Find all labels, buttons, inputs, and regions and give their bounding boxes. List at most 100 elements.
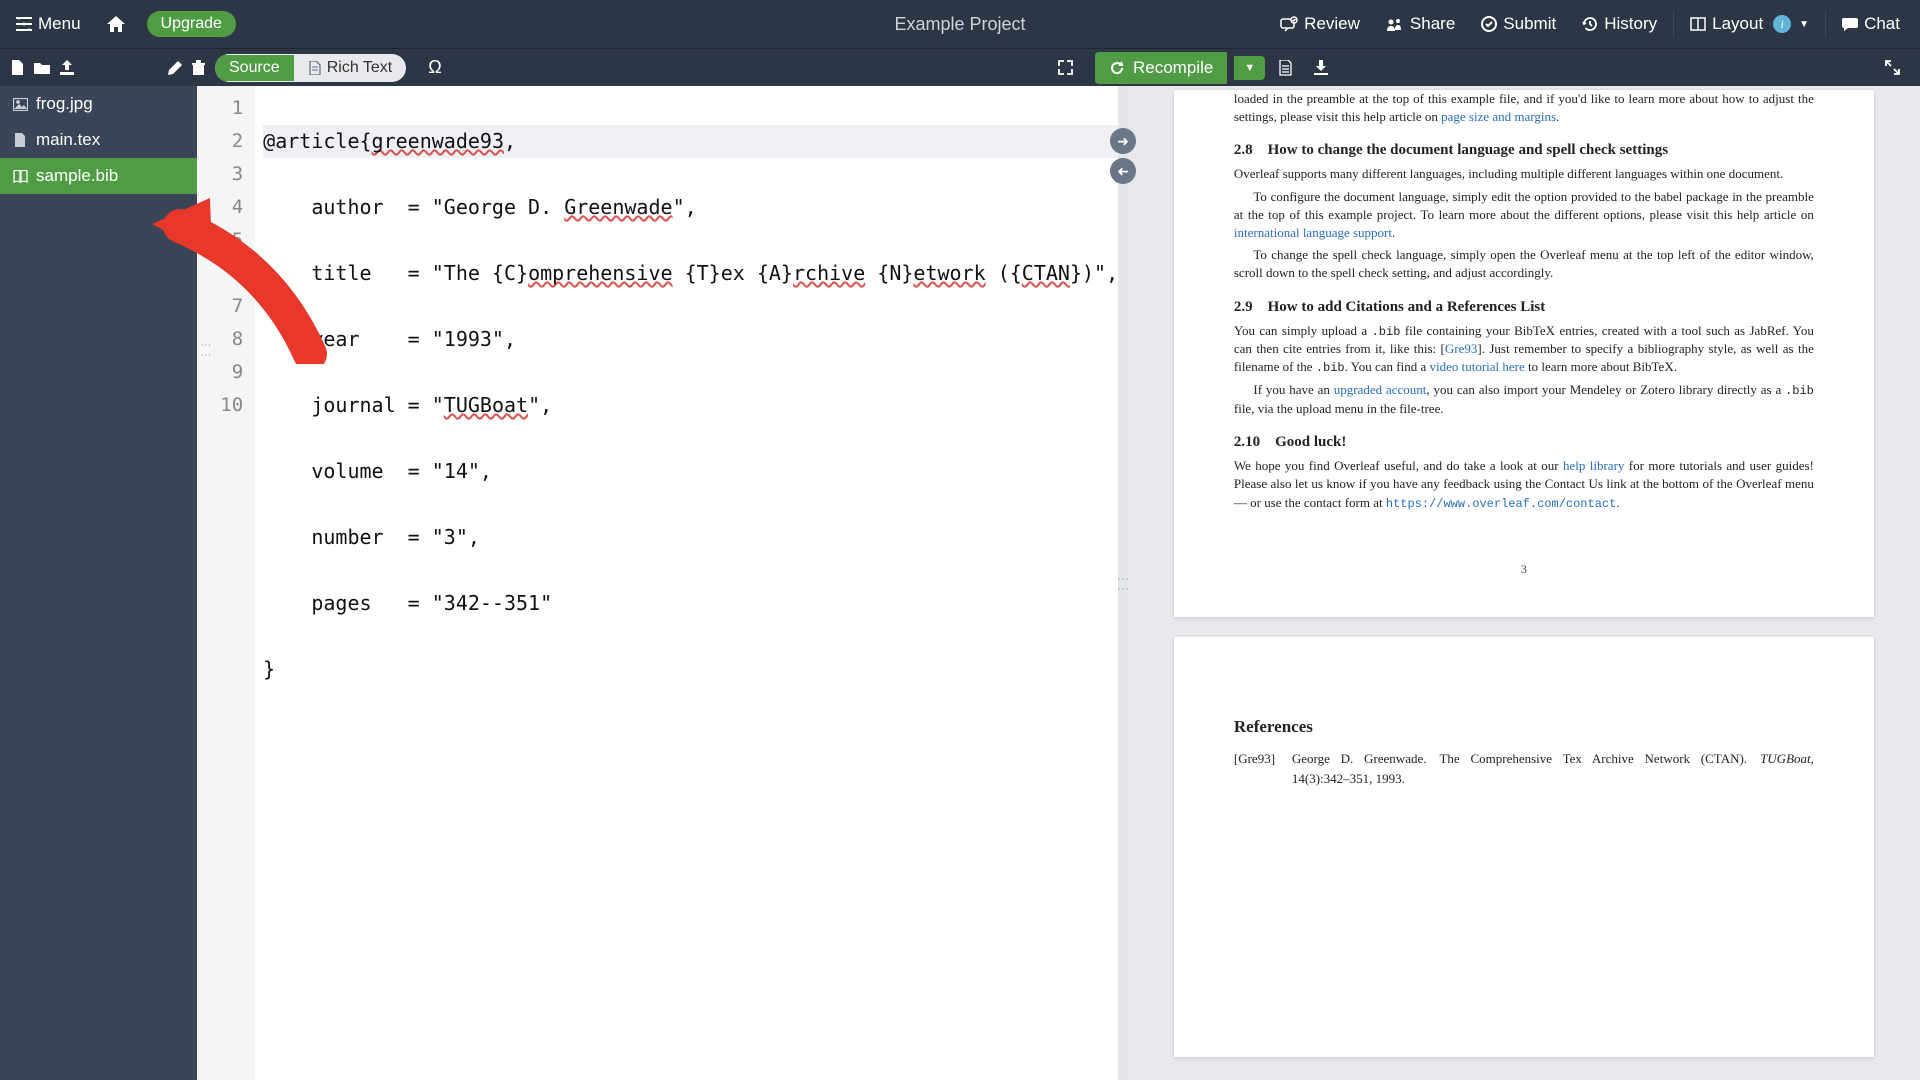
menu-label: Menu xyxy=(38,14,81,34)
layout-button[interactable]: Layout i ▼ xyxy=(1678,8,1821,40)
delete-icon[interactable] xyxy=(192,60,205,75)
chat-label: Chat xyxy=(1864,14,1900,34)
recompile-button[interactable]: Recompile xyxy=(1095,52,1227,84)
chat-icon xyxy=(1842,17,1858,31)
file-icon xyxy=(12,133,28,148)
rename-icon[interactable] xyxy=(168,61,182,75)
pdf-page-number: 3 xyxy=(1234,562,1814,577)
pdf-link: page size and margins xyxy=(1441,109,1556,124)
chat-button[interactable]: Chat xyxy=(1830,8,1912,40)
download-pdf-button[interactable] xyxy=(1306,56,1336,79)
pdf-heading: 2.9 How to add Citations and a Reference… xyxy=(1234,299,1814,316)
chevron-down-icon: ▼ xyxy=(1799,19,1809,30)
top-bar: Menu Upgrade Example Project Review Shar… xyxy=(0,0,1920,48)
info-icon: i xyxy=(1773,15,1791,33)
file-item-frog[interactable]: frog.jpg xyxy=(0,86,197,122)
pdf-page-3: loaded in the preamble at the top of thi… xyxy=(1174,90,1874,617)
main-area: frog.jpg main.tex sample.bib ⋮⋮ 12345678… xyxy=(0,86,1920,1080)
layout-icon xyxy=(1690,17,1706,31)
code-content[interactable]: @article{greenwade93, author = "George D… xyxy=(255,86,1118,1080)
file-name: frog.jpg xyxy=(36,94,93,114)
expand-pdf-button[interactable] xyxy=(1877,56,1908,79)
file-icon xyxy=(1279,60,1292,76)
history-button[interactable]: History xyxy=(1570,8,1669,40)
pdf-text: To change the spell check language, simp… xyxy=(1234,246,1814,282)
pdf-ref-key: [Gre93] xyxy=(1234,749,1284,788)
pdf-references-heading: References xyxy=(1234,717,1814,737)
richtext-icon xyxy=(308,61,321,75)
sync-buttons: ➜ ➜ xyxy=(1110,128,1136,184)
sub-toolbar: Source Rich Text Ω Recompile ▼ xyxy=(0,48,1920,86)
divider xyxy=(1825,10,1826,38)
code-editor[interactable]: 12345678910 @article{greenwade93, author… xyxy=(197,86,1118,1080)
submit-label: Submit xyxy=(1503,14,1556,34)
history-label: History xyxy=(1604,14,1657,34)
pdf-ref-body: George D. Greenwade. The Comprehensive T… xyxy=(1292,749,1814,788)
pdf-page-4: References [Gre93] George D. Greenwade. … xyxy=(1174,637,1874,1057)
project-title[interactable]: Example Project xyxy=(894,14,1025,35)
sync-pdf-to-code-button[interactable]: ➜ xyxy=(1110,158,1136,184)
pdf-preview[interactable]: loaded in the preamble at the top of thi… xyxy=(1128,86,1920,1080)
home-icon xyxy=(107,16,125,32)
menu-button[interactable]: Menu xyxy=(6,8,91,40)
arrow-left-icon: ➜ xyxy=(1117,163,1129,180)
vertical-splitter[interactable]: ➜ ➜ ⋮⋮ xyxy=(1118,86,1128,1080)
share-label: Share xyxy=(1410,14,1455,34)
chevron-down-icon: ▼ xyxy=(1244,62,1255,74)
home-button[interactable] xyxy=(97,10,135,38)
sync-code-to-pdf-button[interactable]: ➜ xyxy=(1110,128,1136,154)
review-label: Review xyxy=(1304,14,1360,34)
history-icon xyxy=(1582,16,1598,32)
recompile-icon xyxy=(1109,60,1125,76)
submit-icon xyxy=(1481,16,1497,32)
file-name: sample.bib xyxy=(36,166,118,186)
editor-toolbar: Source Rich Text Ω xyxy=(205,53,460,82)
upload-icon[interactable] xyxy=(60,60,74,75)
upgrade-button[interactable]: Upgrade xyxy=(147,11,236,37)
divider xyxy=(1673,10,1674,38)
book-icon xyxy=(12,170,28,183)
filetree-toolbar xyxy=(0,60,205,76)
richtext-label: Rich Text xyxy=(327,59,393,77)
pdf-toolbar: Recompile ▼ xyxy=(1087,52,1920,84)
pdf-reference-entry: [Gre93] George D. Greenwade. The Compreh… xyxy=(1234,749,1814,788)
expand-editor-button[interactable] xyxy=(1048,54,1083,81)
richtext-mode-button[interactable]: Rich Text xyxy=(294,55,407,81)
new-file-icon[interactable] xyxy=(10,60,24,76)
review-button[interactable]: Review xyxy=(1268,8,1372,40)
pdf-text: If you have an upgraded account, you can… xyxy=(1234,381,1814,418)
file-item-main[interactable]: main.tex xyxy=(0,122,197,158)
pdf-heading: 2.8 How to change the document language … xyxy=(1234,142,1814,159)
upgrade-label: Upgrade xyxy=(161,15,222,32)
file-name: main.tex xyxy=(36,130,100,150)
image-icon xyxy=(12,98,28,111)
recompile-label: Recompile xyxy=(1133,58,1213,78)
editor-mode-toggle: Source Rich Text xyxy=(215,54,406,82)
file-item-sample[interactable]: sample.bib xyxy=(0,158,197,194)
pdf-text: We hope you find Overleaf useful, and do… xyxy=(1234,457,1814,512)
source-mode-button[interactable]: Source xyxy=(215,55,294,81)
line-gutter: 12345678910 xyxy=(197,86,255,1080)
download-icon xyxy=(1314,60,1328,75)
pdf-text: You can simply upload a .bib file contai… xyxy=(1234,322,1814,378)
expand-icon xyxy=(1885,60,1900,75)
omega-icon: Ω xyxy=(428,57,441,77)
topbar-right: Review Share Submit History Layout i ▼ C… xyxy=(1268,8,1920,40)
new-folder-icon[interactable] xyxy=(34,61,50,74)
expand-icon xyxy=(1058,60,1073,75)
hamburger-icon xyxy=(16,17,32,31)
share-button[interactable]: Share xyxy=(1374,8,1467,40)
source-label: Source xyxy=(229,59,280,76)
pdf-text: Overleaf supports many different languag… xyxy=(1234,165,1814,183)
layout-label: Layout xyxy=(1712,14,1763,34)
logs-button[interactable] xyxy=(1271,56,1300,80)
review-icon xyxy=(1280,16,1298,32)
recompile-dropdown-button[interactable]: ▼ xyxy=(1234,56,1265,80)
symbol-palette-button[interactable]: Ω xyxy=(420,53,449,82)
share-icon xyxy=(1386,17,1404,31)
pdf-heading: 2.10 Good luck! xyxy=(1234,434,1814,451)
split-handle-icon[interactable]: ⋮⋮ xyxy=(200,340,211,360)
submit-button[interactable]: Submit xyxy=(1469,8,1568,40)
pdf-text: To configure the document language, simp… xyxy=(1234,188,1814,243)
arrow-right-icon: ➜ xyxy=(1117,133,1129,150)
